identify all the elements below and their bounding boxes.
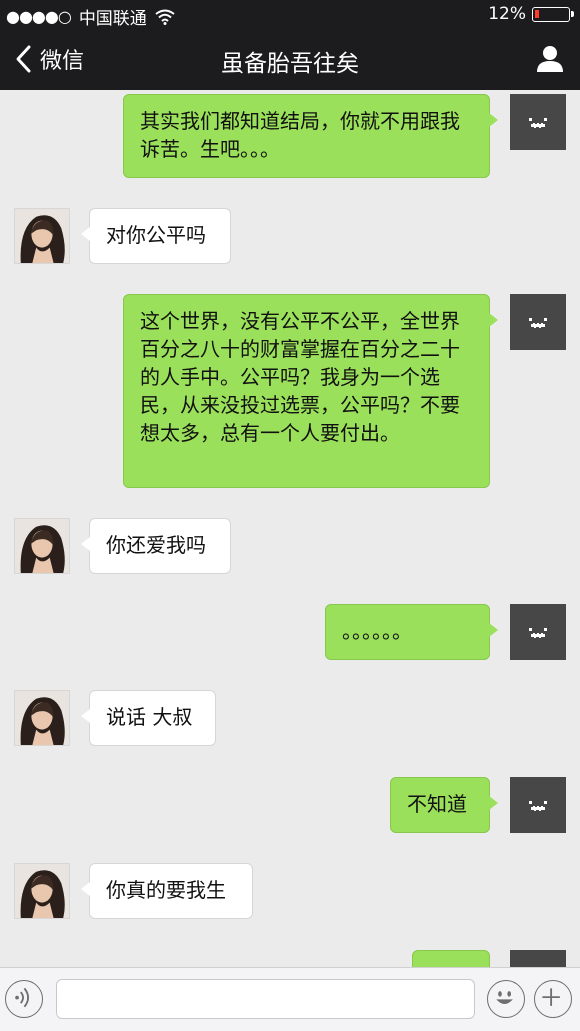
more-button[interactable] xyxy=(534,980,572,1018)
message-text: 你还爱我吗 xyxy=(106,533,206,557)
face-icon xyxy=(529,118,547,128)
message-bubble-sent[interactable]: 。。。。。。 xyxy=(325,604,498,660)
message-bubble-received[interactable]: 说话 大叔 xyxy=(81,690,216,746)
profile-icon[interactable] xyxy=(534,43,566,75)
message-text: 不知道 xyxy=(407,792,467,816)
portrait-image xyxy=(15,209,69,263)
my-avatar[interactable] xyxy=(510,94,566,150)
emoji-button[interactable] xyxy=(487,980,525,1018)
status-bar: ●●●●○ 中国联通 12% xyxy=(0,0,580,30)
nav-bar: 微信 虽备胎吾往矣 xyxy=(0,30,580,90)
contact-avatar[interactable] xyxy=(14,690,70,746)
chat-area[interactable]: 其实我们都知道结局，你就不用跟我诉苦。生吧。。。 对你公平吗 这个世界，没有公平… xyxy=(0,90,580,967)
message-text: 这个世界，没有公平不公平，全世界百分之八十的财富掌握在百分之二十的人手中。公平吗… xyxy=(140,309,460,445)
input-bar xyxy=(0,967,580,1031)
portrait-image xyxy=(15,864,69,918)
message-bubble-received[interactable]: 你真的要我生 xyxy=(81,863,253,919)
contact-avatar[interactable] xyxy=(14,208,70,264)
message-text: 其实我们都知道结局，你就不用跟我诉苦。生吧。。。 xyxy=(140,109,460,161)
face-icon xyxy=(529,628,547,638)
message-text: 说话 大叔 xyxy=(106,705,193,729)
smiley-icon xyxy=(496,991,513,1005)
message-bubble-sent[interactable]: 不知道 xyxy=(390,777,498,833)
battery-percent: 12% xyxy=(488,4,526,24)
voice-icon xyxy=(15,987,30,1008)
contact-avatar[interactable] xyxy=(14,863,70,919)
my-avatar[interactable] xyxy=(510,777,566,833)
message-bubble-received[interactable]: 你还爱我吗 xyxy=(81,518,231,574)
message-bubble-received[interactable]: 对你公平吗 xyxy=(81,208,231,264)
wifi-icon xyxy=(155,9,175,25)
voice-button[interactable] xyxy=(5,980,43,1018)
my-avatar[interactable] xyxy=(510,294,566,350)
portrait-image xyxy=(15,691,69,745)
message-text: 。。。。。。 xyxy=(342,619,412,643)
signal-strength: ●●●●○ xyxy=(6,7,72,26)
chat-title: 虽备胎吾往矣 xyxy=(221,51,359,77)
contact-avatar[interactable] xyxy=(14,518,70,574)
battery-icon xyxy=(532,6,574,22)
message-bubble-sent[interactable]: 这个世界，没有公平不公平，全世界百分之八十的财富掌握在百分之二十的人手中。公平吗… xyxy=(123,294,498,488)
message-bubble-sent[interactable]: 其实我们都知道结局，你就不用跟我诉苦。生吧。。。 xyxy=(123,94,498,178)
message-bubble-sent[interactable] xyxy=(412,950,490,967)
message-text: 你真的要我生 xyxy=(106,878,226,902)
carrier-name: 中国联通 xyxy=(78,9,147,29)
my-avatar[interactable] xyxy=(510,604,566,660)
portrait-image xyxy=(15,519,69,573)
my-avatar[interactable] xyxy=(510,950,566,967)
message-text: 对你公平吗 xyxy=(106,223,206,247)
face-icon xyxy=(529,318,547,328)
face-icon xyxy=(529,801,547,811)
message-input[interactable] xyxy=(56,979,475,1019)
plus-icon xyxy=(542,988,560,1006)
